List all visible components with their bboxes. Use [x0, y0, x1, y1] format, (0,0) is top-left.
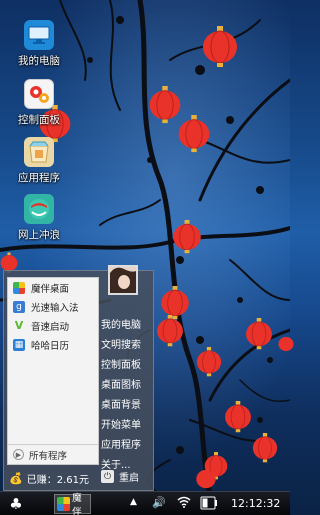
taskbar-app-button[interactable]: 魔伴 — [54, 493, 91, 515]
shortcut-search[interactable]: 文明搜索 — [101, 333, 155, 353]
browser-icon — [24, 194, 54, 224]
desktop-icon-label: 应用程序 — [18, 172, 60, 184]
control-panel-icon — [24, 79, 54, 109]
app-item-label: 魔伴桌面 — [31, 283, 70, 295]
restart-button[interactable]: ⏻ 重启 — [101, 469, 139, 484]
my-computer-icon — [24, 20, 54, 50]
mobile-desktop-icon — [57, 497, 71, 511]
taskbar-app-label: 魔伴 — [72, 493, 82, 515]
start-menu-app-list: 魔伴桌面 g 光速输入法 V 音速启动 ▦ 哈哈日历 ▶ 所有程序 — [7, 277, 99, 465]
wifi-icon[interactable] — [177, 496, 191, 511]
desktop-icon-label: 网上冲浪 — [18, 229, 60, 241]
start-menu-footer: 💰 已赚：2.61元 ⏻ 重启 — [4, 466, 153, 490]
shortcut-apps[interactable]: 应用程序 — [101, 433, 155, 453]
app-item-label: 哈哈日历 — [31, 340, 70, 352]
lantern — [225, 401, 251, 433]
battery-icon[interactable] — [200, 496, 218, 513]
power-icon: ⏻ — [101, 470, 114, 483]
lantern — [196, 469, 216, 489]
calendar-icon: ▦ — [13, 338, 25, 351]
lantern — [173, 220, 201, 254]
restart-label: 重启 — [119, 473, 139, 484]
avatar[interactable] — [108, 265, 138, 295]
desktop-icon-control-panel[interactable]: 控制面板 — [4, 79, 74, 127]
app-item-quick-launch[interactable]: V 音速启动 — [8, 316, 98, 335]
app-item-label: 光速输入法 — [31, 302, 79, 314]
shortcut-desktop-icons[interactable]: 桌面图标 — [101, 373, 155, 393]
app-item-input-method[interactable]: g 光速输入法 — [8, 297, 98, 316]
lantern — [246, 318, 272, 350]
lantern — [278, 336, 294, 352]
money-bag-icon: 💰 — [9, 471, 23, 485]
desktop-icon-label: 控制面板 — [18, 114, 60, 126]
desktop-icon-my-computer[interactable]: 我的电脑 — [4, 20, 74, 68]
lantern — [178, 115, 210, 153]
quick-launch-icon: V — [14, 319, 24, 332]
earnings-label: 已赚：2.61元 — [26, 474, 89, 486]
app-store-icon — [24, 137, 54, 167]
desktop-icon-label: 我的电脑 — [18, 55, 60, 67]
all-programs-label: 所有程序 — [29, 450, 68, 462]
volume-icon[interactable]: 🔊 — [152, 496, 166, 509]
input-method-icon: g — [13, 300, 25, 313]
lantern — [203, 26, 237, 67]
desktop-icon-browser[interactable]: 网上冲浪 — [4, 194, 74, 242]
shortcut-start-menu[interactable]: 开始菜单 — [101, 413, 155, 433]
start-button[interactable]: ♣ — [6, 494, 26, 514]
app-item-label: 音速启动 — [31, 321, 70, 333]
lantern — [157, 315, 183, 347]
shortcut-control-panel[interactable]: 控制面板 — [101, 353, 155, 373]
mobile-desktop-icon — [13, 281, 25, 294]
lantern — [252, 433, 278, 463]
taskbar: ♣ 魔伴 ▲ 🔊 12:12:32 — [0, 491, 290, 515]
start-menu-shortcuts: 我的电脑 文明搜索 控制面板 桌面图标 桌面背景 开始菜单 应用程序 关于... — [101, 313, 155, 473]
desktop-icon-apps[interactable]: 应用程序 — [4, 137, 74, 185]
app-item-mobile-desktop[interactable]: 魔伴桌面 — [8, 278, 98, 297]
shortcut-desktop-background[interactable]: 桌面背景 — [101, 393, 155, 413]
clover-icon: ♣ — [9, 495, 23, 513]
start-menu: 魔伴桌面 g 光速输入法 V 音速启动 ▦ 哈哈日历 ▶ 所有程序 我的电脑 文… — [3, 265, 155, 491]
app-item-calendar[interactable]: ▦ 哈哈日历 — [8, 335, 98, 354]
lantern — [196, 347, 222, 377]
earnings-status: 💰 已赚：2.61元 — [4, 471, 89, 486]
all-programs-button[interactable]: ▶ 所有程序 — [8, 444, 98, 464]
shortcut-my-computer[interactable]: 我的电脑 — [101, 313, 155, 333]
clock: 12:12:32 — [231, 497, 281, 510]
tray-expand-icon[interactable]: ▲ — [130, 497, 137, 507]
chevron-right-icon: ▶ — [13, 449, 24, 460]
